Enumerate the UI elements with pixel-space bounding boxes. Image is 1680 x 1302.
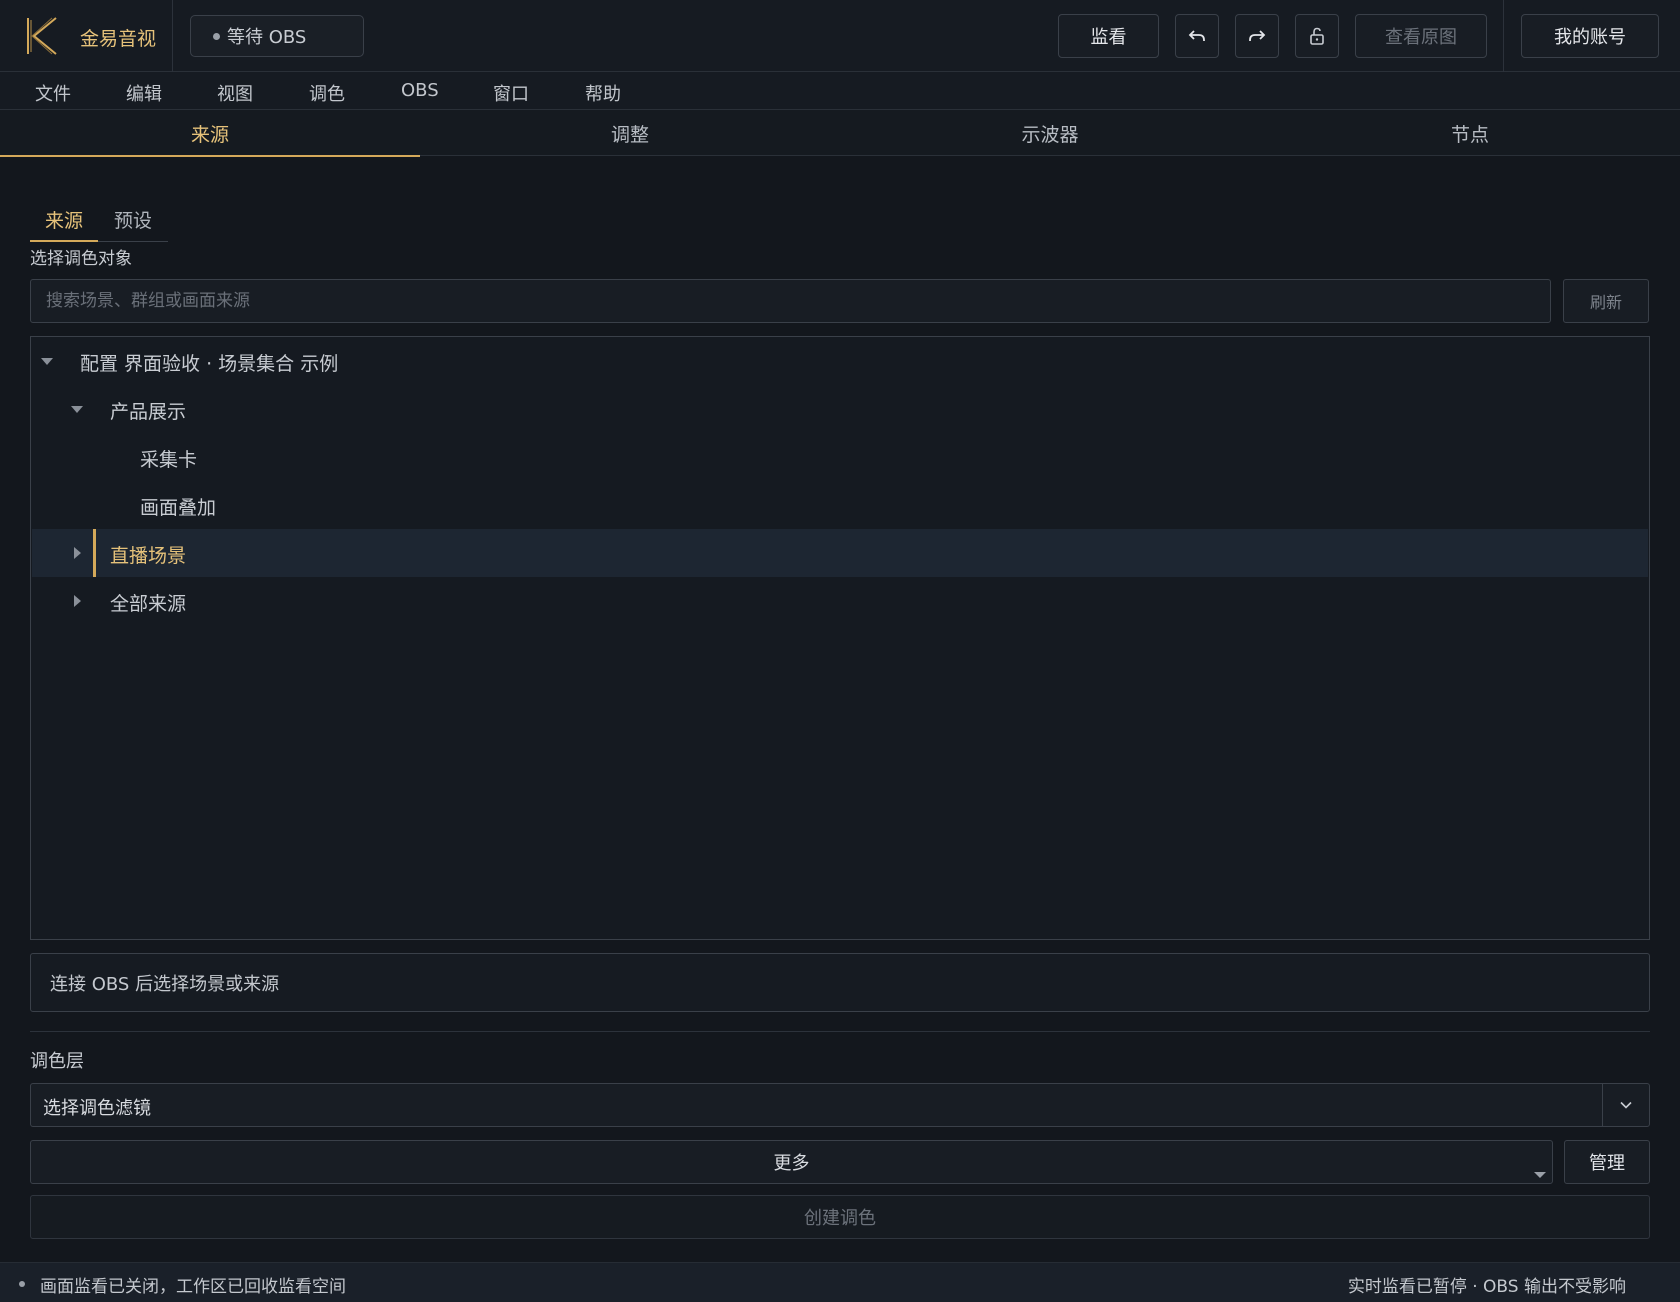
tree-item-label: 直播场景 [110, 545, 187, 567]
create-color-button[interactable]: 创建调色 [30, 1195, 1650, 1239]
tree-item-source[interactable]: 采集卡 [32, 433, 1648, 481]
monitor-button[interactable]: 监看 [1058, 14, 1159, 58]
tree-item-scene[interactable]: 产品展示 [32, 385, 1648, 433]
menu-view[interactable]: 视图 [217, 80, 253, 106]
lock-button[interactable] [1295, 14, 1339, 58]
source-tree[interactable]: 配置 界面验收 · 场景集合 示例 产品展示 采集卡 画面叠加 直播场景 全部来… [30, 336, 1650, 940]
expand-arrow-icon[interactable] [71, 406, 83, 413]
menu-obs[interactable]: OBS [401, 80, 439, 101]
monitor-button-label: 监看 [1090, 27, 1127, 48]
filter-select-value: 选择调色滤镜 [43, 1098, 151, 1119]
manage-button-label: 管理 [1589, 1153, 1625, 1174]
tab-source[interactable]: 来源 [0, 110, 420, 157]
collapse-arrow-icon[interactable] [74, 547, 81, 559]
filter-select[interactable]: 选择调色滤镜 [30, 1083, 1650, 1127]
view-original-label: 查看原图 [1385, 27, 1457, 48]
search-input[interactable] [30, 279, 1551, 323]
header-divider [1503, 0, 1504, 72]
layer-section-label: 调色层 [30, 1051, 84, 1072]
status-bar: 画面监看已关闭，工作区已回收监看空间 实时监看已暂停 · OBS 输出不受影响 [0, 1262, 1680, 1302]
subtab-active-indicator [30, 240, 98, 242]
selection-indicator [93, 529, 96, 577]
menu-bar: 文件 编辑 视图 调色 OBS 窗口 帮助 [0, 72, 1680, 110]
unlock-icon [1310, 27, 1324, 45]
filter-dropdown-button[interactable] [1602, 1084, 1649, 1126]
tree-item-scene[interactable]: 全部来源 [32, 577, 1648, 625]
menu-file[interactable]: 文件 [35, 80, 71, 106]
status-left-text: 画面监看已关闭，工作区已回收监看空间 [40, 1277, 346, 1297]
header-divider [172, 0, 173, 72]
undo-button[interactable] [1175, 14, 1219, 58]
obs-status-label: 等待 OBS [227, 27, 307, 48]
sub-tab-bar: 来源 预设 [30, 200, 168, 242]
menu-help[interactable]: 帮助 [585, 80, 621, 106]
main-tab-bar: 来源 调整 示波器 节点 [0, 110, 1680, 157]
status-dot-icon [213, 32, 220, 40]
tab-adjust[interactable]: 调整 [420, 110, 840, 156]
app-name: 金易音视 [80, 28, 157, 50]
tree-item-scene-selected[interactable]: 直播场景 [32, 529, 1648, 577]
expand-arrow-icon[interactable] [41, 358, 53, 365]
tab-scope[interactable]: 示波器 [840, 110, 1260, 156]
tree-item-collection[interactable]: 配置 界面验收 · 场景集合 示例 [32, 337, 1648, 385]
menu-window[interactable]: 窗口 [493, 80, 529, 106]
collapse-arrow-icon[interactable] [74, 595, 81, 607]
tree-item-label: 画面叠加 [140, 497, 217, 519]
menu-edit[interactable]: 编辑 [126, 80, 162, 106]
app-header: 金易音视 等待 OBS 监看 查看原图 我的账号 [0, 0, 1680, 72]
tab-nodes[interactable]: 节点 [1260, 110, 1680, 156]
chevron-down-icon [1620, 1101, 1632, 1109]
subtab-presets[interactable]: 预设 [114, 206, 152, 233]
refresh-button[interactable]: 刷新 [1563, 279, 1649, 323]
account-button-label: 我的账号 [1554, 27, 1626, 48]
refresh-button-label: 刷新 [1589, 293, 1622, 312]
redo-button[interactable] [1235, 14, 1279, 58]
manage-button[interactable]: 管理 [1564, 1140, 1650, 1184]
more-button[interactable]: 更多 [30, 1140, 1553, 1184]
tree-item-label: 全部来源 [110, 593, 187, 615]
redo-icon [1249, 30, 1266, 41]
obs-status-badge[interactable]: 等待 OBS [190, 15, 364, 57]
view-original-button[interactable]: 查看原图 [1355, 14, 1487, 58]
undo-icon [1188, 30, 1205, 41]
tree-item-label: 配置 界面验收 · 场景集合 示例 [80, 353, 339, 375]
more-button-label: 更多 [773, 1153, 810, 1174]
section-label: 选择调色对象 [30, 249, 132, 269]
status-right-text: 实时监看已暂停 · OBS 输出不受影响 [1347, 1277, 1626, 1297]
tree-item-source[interactable]: 画面叠加 [32, 481, 1648, 529]
connection-hint: 连接 OBS 后选择场景或来源 [30, 953, 1650, 1012]
tree-item-label: 采集卡 [140, 449, 198, 471]
connection-hint-text: 连接 OBS 后选择场景或来源 [50, 973, 280, 995]
menu-color[interactable]: 调色 [309, 80, 345, 106]
tree-item-label: 产品展示 [110, 401, 187, 423]
dropdown-corner-icon [1534, 1172, 1546, 1178]
status-dot-icon [19, 1281, 25, 1287]
app-logo-icon [27, 17, 57, 55]
create-color-button-label: 创建调色 [804, 1208, 876, 1229]
account-button[interactable]: 我的账号 [1521, 14, 1659, 58]
subtab-source[interactable]: 来源 [45, 206, 83, 233]
section-divider [30, 1031, 1650, 1032]
